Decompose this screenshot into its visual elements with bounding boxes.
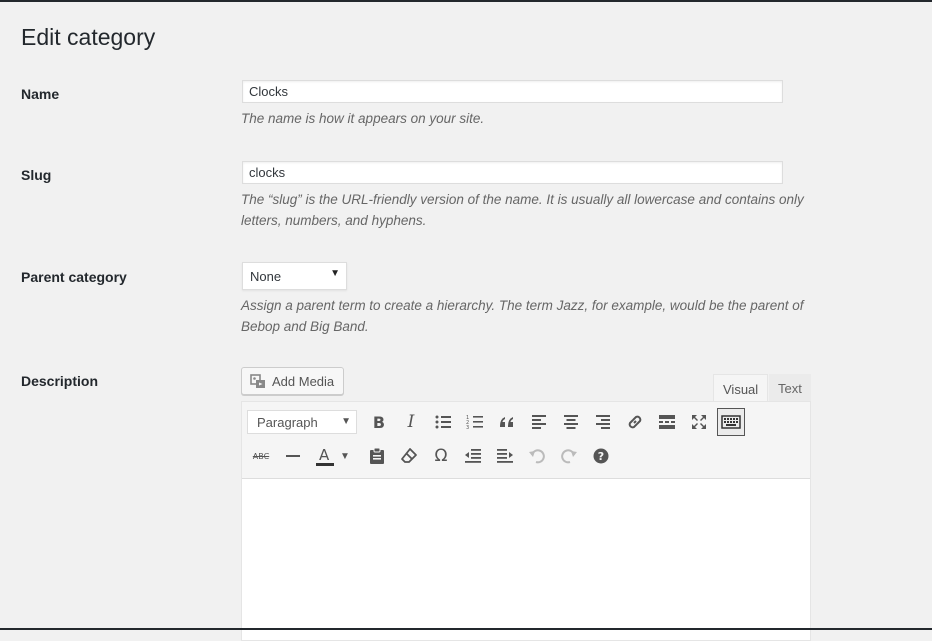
format-select-value: Paragraph xyxy=(257,415,318,430)
editor-content-area[interactable] xyxy=(242,479,810,639)
name-input[interactable] xyxy=(242,80,783,103)
bold-button[interactable]: B xyxy=(365,408,393,436)
paste-as-text-icon xyxy=(370,447,384,464)
add-media-button[interactable]: Add Media xyxy=(241,367,344,395)
editor-toolbar: Paragraph ▼ B I 123 ABC A ▼ Ω ? xyxy=(242,402,810,479)
undo-icon xyxy=(529,449,545,464)
indent-icon xyxy=(497,449,513,463)
bottom-border xyxy=(0,628,932,630)
special-character-icon: Ω xyxy=(434,446,448,466)
horizontal-line-button[interactable] xyxy=(279,442,307,470)
align-center-button[interactable] xyxy=(557,408,585,436)
text-color-button[interactable]: A ▼ xyxy=(311,442,355,470)
description-editor: Paragraph ▼ B I 123 ABC A ▼ Ω ? xyxy=(241,401,811,641)
link-icon xyxy=(628,415,642,429)
help-icon: ? xyxy=(593,448,609,464)
keyboard-shortcuts-help-button[interactable]: ? xyxy=(587,442,615,470)
bold-icon: B xyxy=(372,412,386,432)
text-color-caret-icon: ▼ xyxy=(340,450,350,462)
dropdown-caret-icon: ▼ xyxy=(330,268,340,279)
fullscreen-icon xyxy=(692,415,706,429)
italic-button[interactable]: I xyxy=(397,408,425,436)
parent-category-help: Assign a parent term to create a hierarc… xyxy=(241,298,804,334)
parent-category-select[interactable]: None ▼ xyxy=(242,262,347,290)
tab-text[interactable]: Text xyxy=(769,374,811,402)
read-more-button[interactable] xyxy=(653,408,681,436)
outdent-icon xyxy=(465,449,481,463)
toolbar-toggle-icon xyxy=(721,415,741,429)
numbered-list-icon: 123 xyxy=(466,415,483,431)
add-media-label: Add Media xyxy=(272,373,335,389)
strikethrough-button[interactable]: ABC xyxy=(247,442,275,470)
blockquote-icon xyxy=(500,417,513,427)
svg-text:3: 3 xyxy=(466,425,469,431)
add-media-icon xyxy=(250,374,265,388)
slug-label: Slug xyxy=(21,167,52,183)
indent-button[interactable] xyxy=(491,442,519,470)
clear-formatting-button[interactable] xyxy=(395,442,423,470)
paste-as-text-button[interactable] xyxy=(363,442,391,470)
text-color-letter: A xyxy=(319,446,330,464)
page-title: Edit category xyxy=(21,24,156,50)
text-color-icon: A xyxy=(316,446,335,466)
align-right-button[interactable] xyxy=(589,408,617,436)
align-center-icon xyxy=(564,415,578,429)
align-left-icon xyxy=(532,415,546,429)
slug-input[interactable] xyxy=(242,161,783,184)
slug-help: The “slug” is the URL-friendly version o… xyxy=(241,192,804,228)
redo-button[interactable] xyxy=(555,442,583,470)
parent-category-label: Parent category xyxy=(21,269,127,285)
bulleted-list-icon xyxy=(435,415,451,429)
parent-category-value: None xyxy=(250,269,282,284)
redo-icon xyxy=(561,449,577,464)
description-label: Description xyxy=(21,373,99,389)
strikethrough-icon: ABC xyxy=(252,451,270,461)
align-right-icon xyxy=(596,415,610,429)
insert-link-button[interactable] xyxy=(621,408,649,436)
toolbar-toggle-button[interactable] xyxy=(717,408,745,436)
svg-text:?: ? xyxy=(598,450,604,463)
name-help: The name is how it appears on your site. xyxy=(241,111,485,126)
special-character-button[interactable]: Ω xyxy=(427,442,455,470)
read-more-icon xyxy=(659,415,675,429)
name-label: Name xyxy=(21,86,60,102)
outdent-button[interactable] xyxy=(459,442,487,470)
undo-button[interactable] xyxy=(523,442,551,470)
blockquote-button[interactable] xyxy=(493,408,521,436)
format-caret-icon: ▼ xyxy=(341,416,351,427)
bulleted-list-button[interactable] xyxy=(429,408,457,436)
horizontal-line-icon xyxy=(286,455,300,457)
fullscreen-button[interactable] xyxy=(685,408,713,436)
numbered-list-button[interactable]: 123 xyxy=(461,408,489,436)
clear-formatting-icon xyxy=(401,448,417,463)
italic-icon: I xyxy=(407,412,415,432)
tab-visual[interactable]: Visual xyxy=(713,374,769,402)
format-select[interactable]: Paragraph ▼ xyxy=(247,410,357,434)
align-left-button[interactable] xyxy=(525,408,553,436)
